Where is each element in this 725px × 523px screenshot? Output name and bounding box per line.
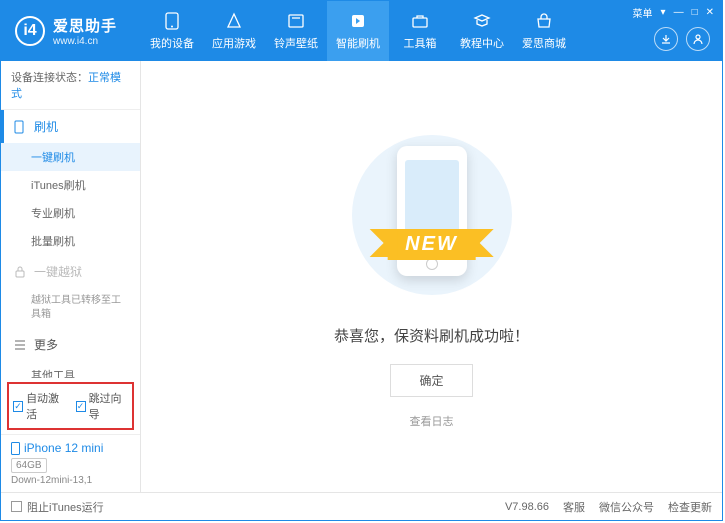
logo-icon: i4 [15,16,45,46]
sidebar-item-itunes-flash[interactable]: iTunes刷机 [1,171,140,199]
download-button[interactable] [654,27,678,51]
user-button[interactable] [686,27,710,51]
wallpaper-icon [287,11,305,31]
app-logo: i4 爱思助手 www.i4.cn [1,15,131,47]
service-link[interactable]: 客服 [563,499,585,515]
device-name: iPhone 12 mini [11,441,130,455]
nav-ringtones[interactable]: 铃声壁纸 [265,1,327,61]
nav-store[interactable]: 爱思商城 [513,1,575,61]
main-nav: 我的设备 应用游戏 铃声壁纸 智能刷机 工具箱 教程中心 [141,1,575,61]
lock-icon [14,266,28,278]
device-panel[interactable]: iPhone 12 mini 64GB Down-12mini-13,1 [1,434,140,492]
section-jailbreak[interactable]: 一键越狱 [1,255,140,288]
check-update-link[interactable]: 检查更新 [668,499,712,515]
app-window: i4 爱思助手 www.i4.cn 我的设备 应用游戏 铃声壁纸 智能刷机 [0,0,723,521]
list-icon [14,340,28,350]
phone-icon [165,11,179,31]
skip-guide-checkbox[interactable]: ✓跳过向导 [76,390,129,422]
nav-smart-flash[interactable]: 智能刷机 [327,1,389,61]
minimize-button[interactable]: — [674,7,684,18]
success-illustration: NEW [342,125,522,305]
wechat-link[interactable]: 微信公众号 [599,499,654,515]
device-storage: 64GB [11,458,47,473]
tutorial-icon [473,11,491,31]
section-flash[interactable]: 刷机 [1,110,140,143]
sidebar: 设备连接状态：正常模式 刷机 一键刷机 iTunes刷机 专业刷机 批量刷机 一… [1,61,141,492]
status-bar: 阻止iTunes运行 V7.98.66 客服 微信公众号 检查更新 [1,492,722,520]
sidebar-item-oneclick[interactable]: 一键刷机 [1,143,140,171]
toolbox-icon [411,11,429,31]
main-content: NEW 恭喜您，保资料刷机成功啦！ 确定 查看日志 [141,61,722,492]
store-icon [535,11,553,31]
view-log-link[interactable]: 查看日志 [410,413,454,429]
sidebar-item-other-tools[interactable]: 其他工具 [1,361,140,378]
nav-my-device[interactable]: 我的设备 [141,1,203,61]
version-label: V7.98.66 [505,501,549,513]
nav-toolbox[interactable]: 工具箱 [389,1,451,61]
block-itunes-label: 阻止iTunes运行 [27,499,104,515]
options-row: ✓自动激活 ✓跳过向导 [7,382,134,430]
apps-icon [225,11,243,31]
maximize-button[interactable]: □ [692,7,698,18]
success-message: 恭喜您，保资料刷机成功啦！ [334,325,529,346]
block-itunes-checkbox[interactable] [11,501,22,512]
sidebar-item-pro-flash[interactable]: 专业刷机 [1,199,140,227]
auto-activate-checkbox[interactable]: ✓自动激活 [13,390,66,422]
sidebar-item-batch-flash[interactable]: 批量刷机 [1,227,140,255]
device-detail: Down-12mini-13,1 [11,475,130,486]
phone-small-icon [14,120,28,134]
connection-status: 设备连接状态：正常模式 [1,61,140,110]
app-title: 爱思助手 [53,15,117,36]
nav-tutorials[interactable]: 教程中心 [451,1,513,61]
menu-dropdown-icon[interactable]: ▾ [661,7,666,18]
jailbreak-note: 越狱工具已转移至工具箱 [1,288,140,328]
device-icon [11,442,20,455]
title-bar: i4 爱思助手 www.i4.cn 我的设备 应用游戏 铃声壁纸 智能刷机 [1,1,722,61]
flash-icon [349,11,367,31]
new-ribbon: NEW [387,229,476,260]
menu-button[interactable]: 菜单 [633,5,653,20]
nav-apps-games[interactable]: 应用游戏 [203,1,265,61]
window-controls: 菜单 ▾ — □ ✕ [633,5,714,20]
close-button[interactable]: ✕ [706,7,714,18]
confirm-button[interactable]: 确定 [390,364,472,397]
section-more[interactable]: 更多 [1,328,140,361]
app-url: www.i4.cn [53,36,117,47]
